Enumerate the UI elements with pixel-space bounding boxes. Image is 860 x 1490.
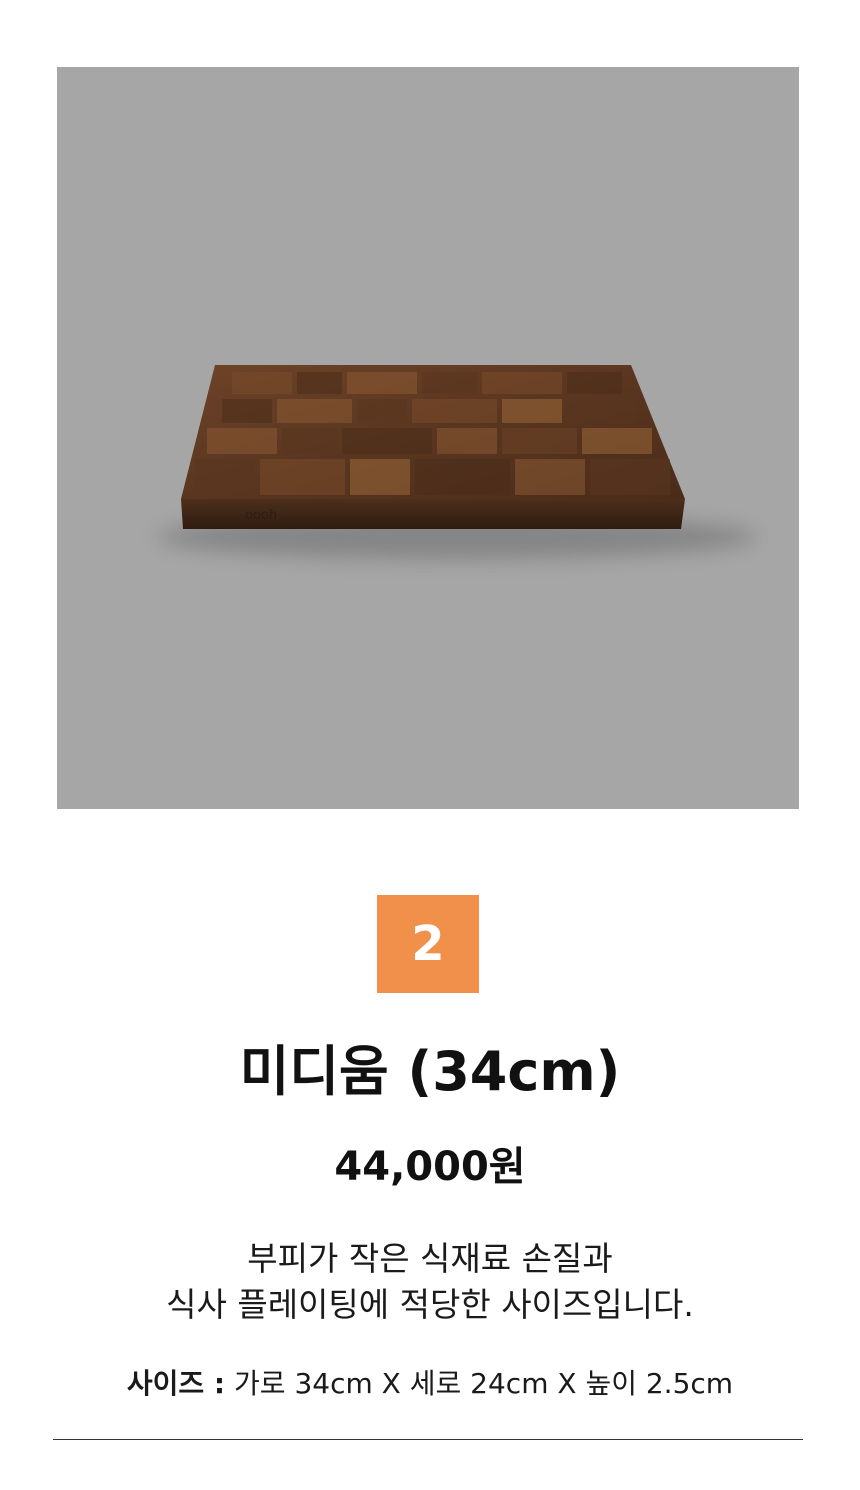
- board-engraving: oooh: [245, 508, 277, 523]
- size-label: 사이즈 :: [126, 1367, 226, 1400]
- cutting-board-image: oooh: [157, 365, 757, 559]
- description-line-1: 부피가 작은 식재료 손질과: [247, 1239, 613, 1278]
- product-price: 44,000원: [334, 1144, 526, 1190]
- product-title: 미디움 (34cm): [239, 1040, 621, 1103]
- bottom-divider: [53, 1439, 803, 1440]
- size-spec: 사이즈 : 가로 34cm X 세로 24cm X 높이 2.5cm: [0, 1361, 860, 1407]
- option-number-badge: 2: [377, 895, 479, 993]
- product-photo: oooh: [57, 67, 799, 809]
- product-description: 부피가 작은 식재료 손질과 식사 플레이팅에 적당한 사이즈입니다.: [0, 1236, 860, 1328]
- size-value: 가로 34cm X 세로 24cm X 높이 2.5cm: [234, 1367, 734, 1400]
- description-line-2: 식사 플레이팅에 적당한 사이즈입니다.: [166, 1285, 694, 1324]
